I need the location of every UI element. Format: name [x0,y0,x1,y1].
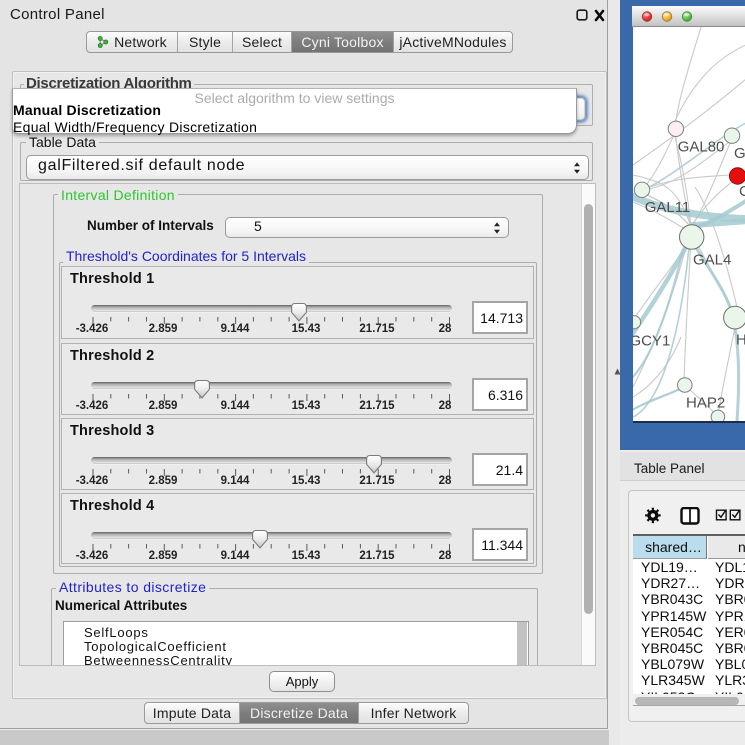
svg-text:GAL11: GAL11 [644,199,690,216]
svg-text:GA: GA [734,145,745,162]
svg-text:H: H [736,332,745,349]
svg-text:GAL80: GAL80 [677,139,724,156]
svg-text:GAL4: GAL4 [693,252,731,269]
svg-text:GCY1: GCY1 [633,333,670,350]
svg-text:HAP2: HAP2 [686,395,725,412]
svg-text:C: C [739,183,745,200]
